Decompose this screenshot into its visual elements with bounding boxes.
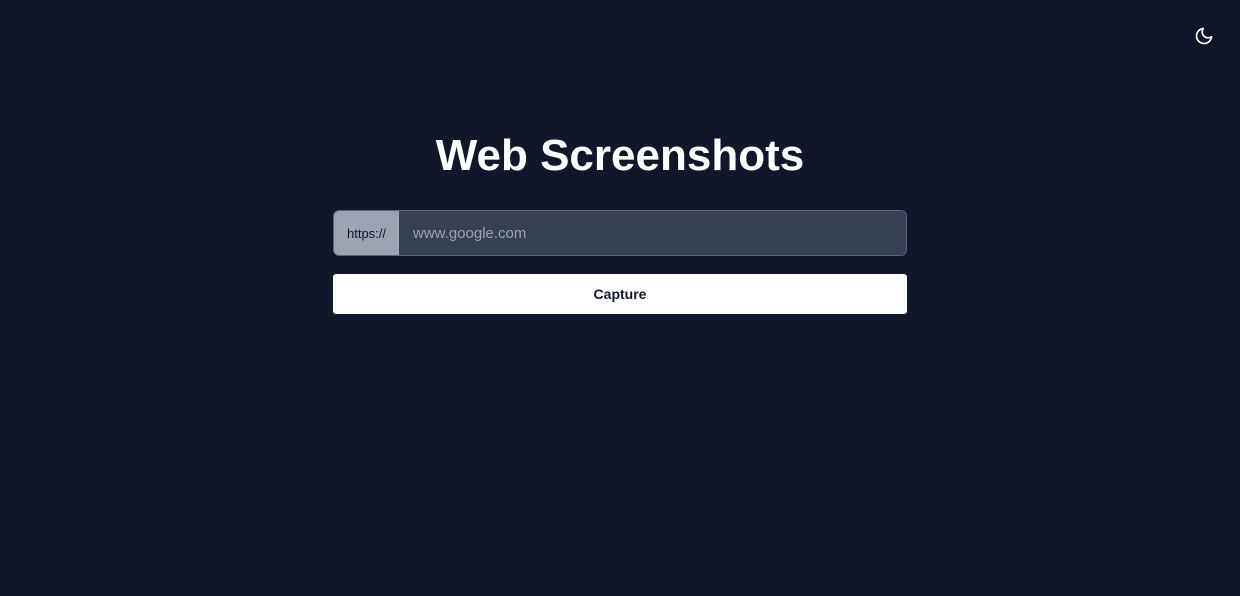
url-input[interactable] — [399, 211, 906, 255]
url-input-group: https:// — [333, 210, 907, 256]
page: Web Screenshots https:// Capture — [0, 0, 1240, 596]
moon-icon — [1195, 27, 1213, 45]
capture-button[interactable]: Capture — [333, 274, 907, 314]
page-title: Web Screenshots — [435, 131, 805, 180]
url-prefix: https:// — [334, 211, 399, 255]
theme-toggle-button[interactable] — [1192, 24, 1216, 48]
